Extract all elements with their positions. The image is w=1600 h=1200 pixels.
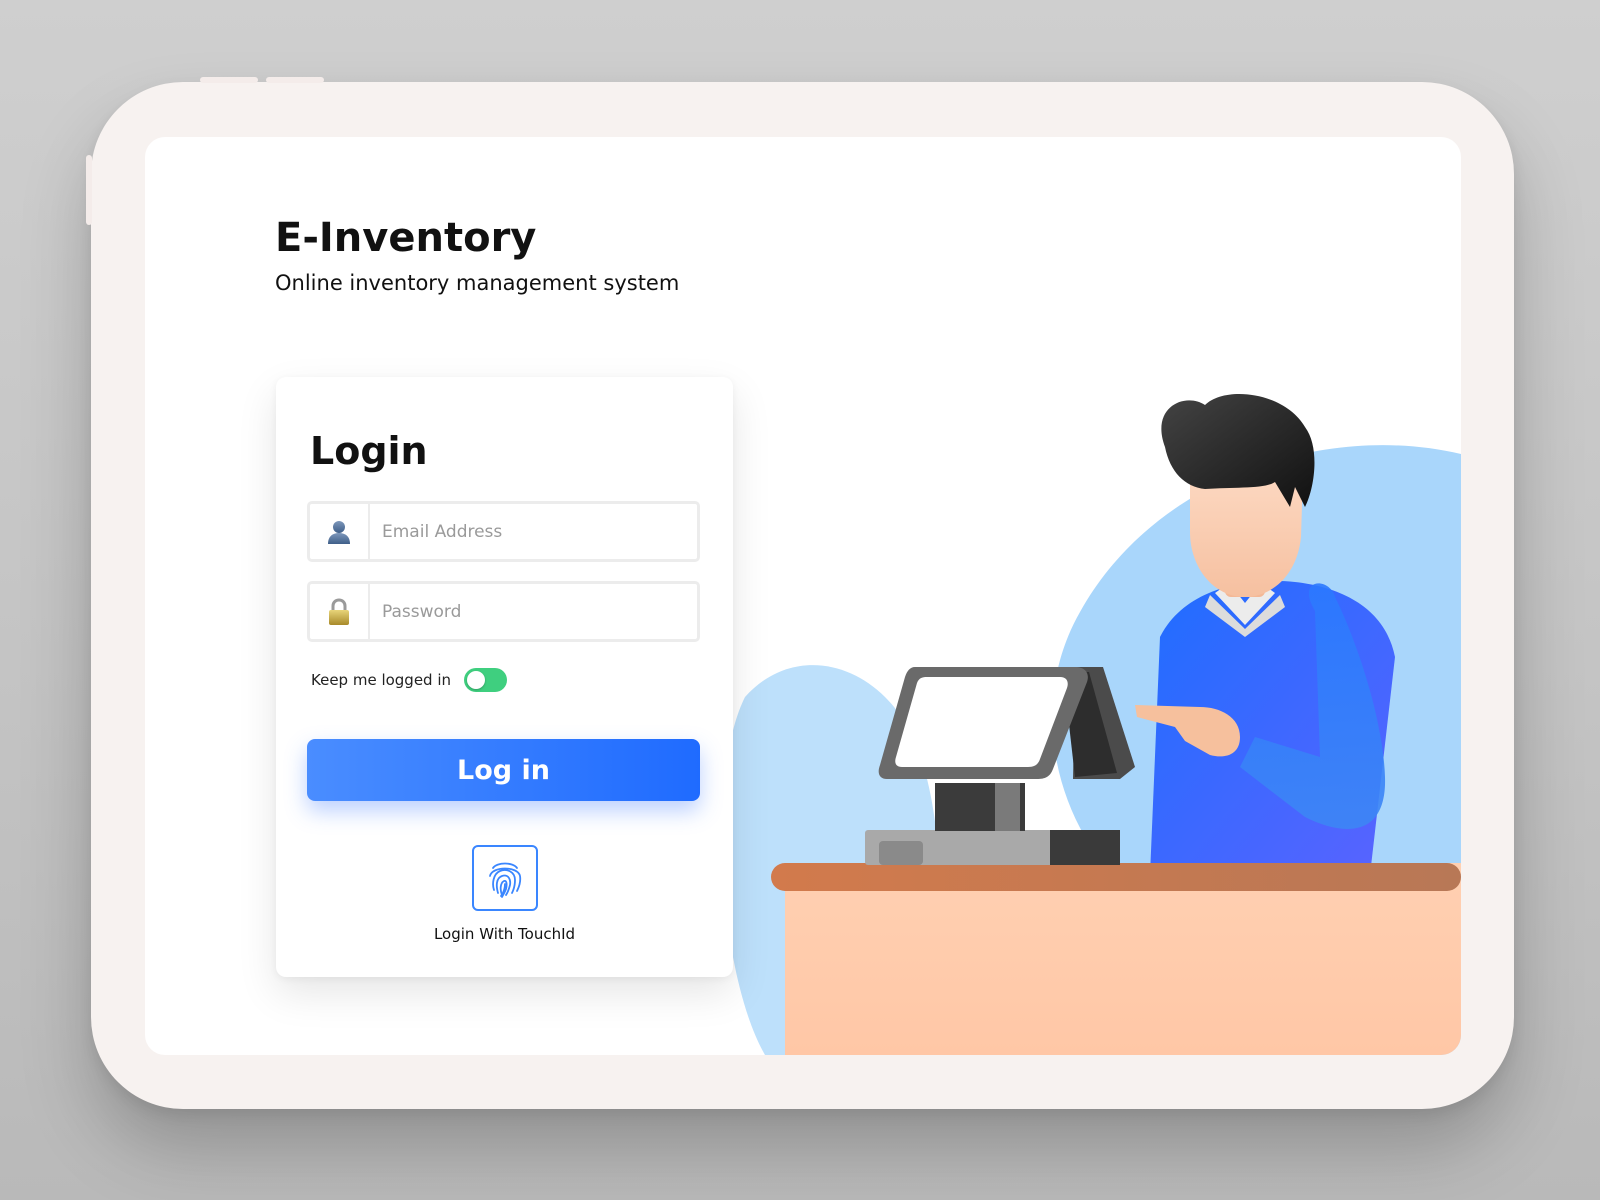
desk-front	[785, 863, 1461, 1055]
touch-id-section: Login With TouchId	[276, 845, 733, 943]
tablet-top-button-2	[266, 77, 324, 83]
login-card: Login Email Address Keep me logged in Lo…	[276, 377, 733, 977]
brand-subtitle: Online inventory management system	[275, 271, 680, 295]
keep-logged-in-label: Keep me logged in	[311, 671, 452, 689]
tablet-screen: E-Inventory Online inventory management …	[145, 137, 1461, 1055]
keep-logged-in-row: Keep me logged in	[311, 667, 508, 693]
email-field[interactable]	[307, 501, 700, 562]
touch-id-label: Login With TouchId	[433, 925, 576, 943]
lock-icon	[310, 584, 370, 639]
keep-logged-in-toggle[interactable]	[464, 668, 508, 692]
toggle-knob	[467, 671, 486, 689]
login-title: Login	[310, 429, 428, 473]
brand-title: E-Inventory	[275, 215, 537, 261]
email-input[interactable]	[382, 504, 682, 559]
tablet-top-button-1	[200, 77, 258, 83]
password-input[interactable]	[382, 584, 682, 639]
user-icon	[310, 504, 370, 559]
touch-id-button[interactable]	[471, 845, 538, 911]
tablet-side-button	[86, 155, 92, 225]
password-field[interactable]	[307, 581, 700, 642]
fingerprint-icon	[488, 862, 521, 898]
desk-top	[771, 863, 1461, 891]
login-button[interactable]: Log in	[307, 739, 700, 801]
